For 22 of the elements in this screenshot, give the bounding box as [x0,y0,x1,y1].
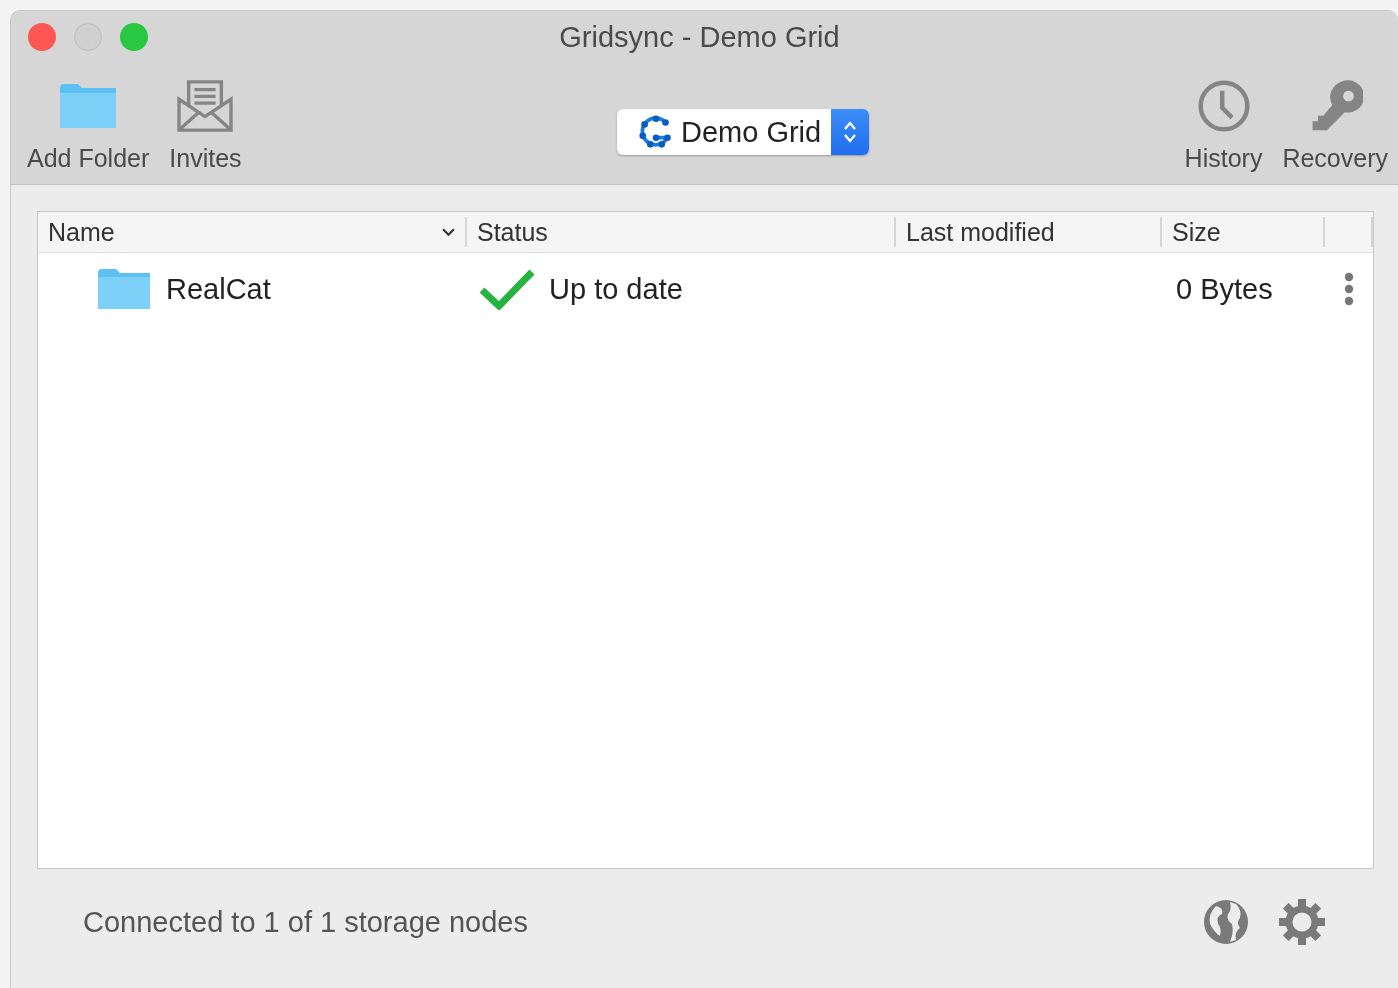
toolbar-button[interactable]: Invites [163,63,248,173]
status-text: Up to date [549,272,683,306]
window-title: Gridsync - Demo Grid [559,20,840,54]
folder-name: RealCat [166,272,271,306]
toolbar-button[interactable]: History [1178,63,1269,173]
stepper-icon [831,109,870,155]
column-header[interactable]: Name [38,217,467,247]
toolbar-button[interactable]: Add Folder [21,63,156,173]
grid-selector[interactable]: Demo Grid [617,109,870,155]
more-options-icon[interactable] [1344,272,1354,306]
column-header[interactable]: Last modified [896,217,1162,247]
settings-icon[interactable] [1278,898,1326,946]
globe-icon[interactable] [1202,898,1250,946]
size-text: 0 Bytes [1176,272,1273,306]
toolbar-button[interactable]: Recovery [1276,63,1394,173]
close-button[interactable] [28,23,56,51]
envelope-icon [177,80,234,132]
column-header[interactable]: Size [1162,217,1325,247]
status-bar-text: Connected to 1 of 1 storage nodes [83,905,528,939]
clock-icon [1195,80,1252,132]
column-header[interactable]: Status [467,217,896,247]
folder-icon [98,269,150,309]
